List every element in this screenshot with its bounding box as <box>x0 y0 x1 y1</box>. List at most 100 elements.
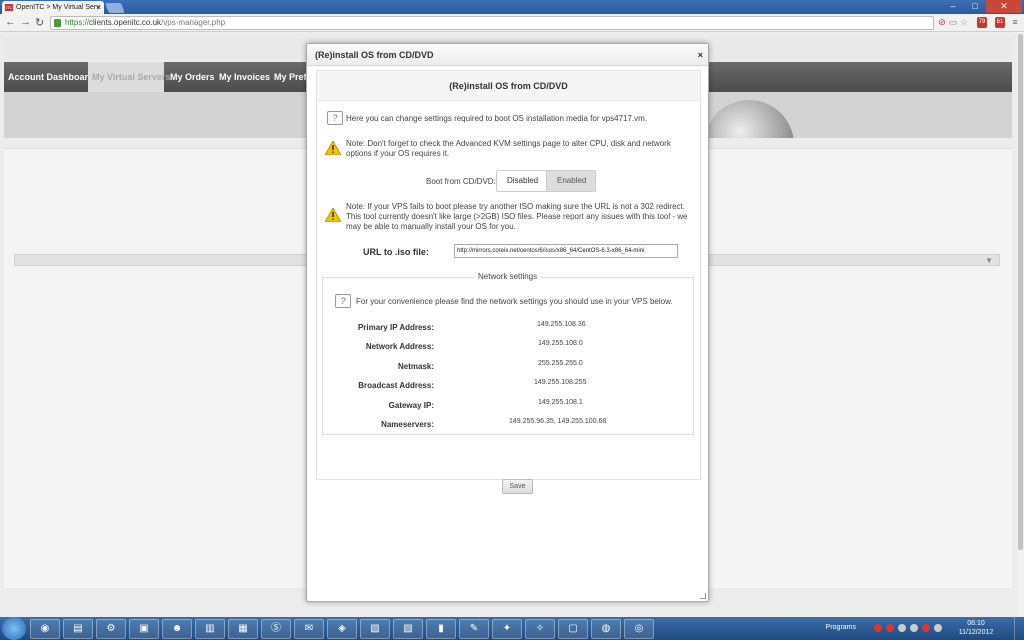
firefox-icon[interactable]: ◍ <box>591 619 621 639</box>
dialog-close-icon[interactable]: × <box>698 44 703 66</box>
broadcast-address-label: Broadcast Address: <box>358 381 434 390</box>
browser-toolbar: ← → ↻ https://clients.openitc.co.uk/vps-… <box>0 14 1024 32</box>
dialog-panel: (Re)install OS from CD/DVD ? Here you ca… <box>316 70 701 494</box>
scrollbar-thumb[interactable] <box>1018 34 1023 550</box>
skype-icon[interactable]: Ⓢ <box>261 619 291 639</box>
netmask-value: 255.255.255.0 <box>538 360 583 367</box>
tool-icon[interactable]: ✦ <box>492 619 522 639</box>
page-icon[interactable]: ▭ <box>948 17 958 28</box>
minimize-button[interactable]: – <box>942 0 964 13</box>
tab-close-icon[interactable]: × <box>96 1 101 14</box>
network-tool-icon[interactable]: ⚙ <box>96 619 126 639</box>
nav-my-virtual-servers[interactable]: My Virtual Servers <box>88 62 170 92</box>
start-button[interactable] <box>2 617 26 640</box>
network-intro: For your convenience please find the net… <box>356 297 673 306</box>
browser-tab[interactable]: ITC OpenITC > My Virtual Serv × <box>2 1 104 14</box>
clock[interactable]: 06:10 11/12/2012 <box>958 619 994 637</box>
nav-my-invoices[interactable]: My Invoices <box>219 62 270 92</box>
gateway-ip-value: 149.255.108.1 <box>538 399 583 406</box>
show-desktop-button[interactable] <box>1014 617 1024 640</box>
dialog-title: (Re)install OS from CD/DVD <box>307 44 708 66</box>
clock-date: 11/12/2012 <box>958 629 994 636</box>
wrench-icon[interactable]: ≡ <box>1010 17 1020 28</box>
warning-icon <box>325 208 341 222</box>
iso-url-input[interactable]: http://mirrors.coreix.net/centos/6/isos/… <box>454 244 678 258</box>
terminal-icon[interactable]: ▮ <box>426 619 456 639</box>
boot-option-disabled[interactable]: Disabled <box>497 171 547 191</box>
globe-image <box>704 100 794 138</box>
network-settings: Network settings ? For your convenience … <box>322 272 694 435</box>
resize-handle[interactable] <box>700 593 706 599</box>
reload-icon[interactable]: ↻ <box>35 16 44 29</box>
lock-icon <box>54 19 61 27</box>
monitor-icon[interactable]: ▢ <box>558 619 588 639</box>
stop-icon[interactable]: ⊘ <box>937 17 947 28</box>
primary-ip-label: Primary IP Address: <box>357 323 434 332</box>
window-controls: – □ ✕ <box>942 0 1022 14</box>
back-icon[interactable]: ← <box>5 16 16 28</box>
primary-ip-value: 149.255.108.36 <box>537 321 586 328</box>
url-scheme: https:// <box>65 18 90 27</box>
page-scrollbar[interactable] <box>1017 32 1024 617</box>
boot-option-enabled[interactable]: Enabled <box>547 171 595 191</box>
extension-badge-2[interactable]: 61 <box>995 17 1005 28</box>
panel-title: (Re)install OS from CD/DVD <box>317 71 700 101</box>
chrome-icon[interactable]: ◉ <box>30 619 60 639</box>
intro-text: Here you can change settings required to… <box>346 114 648 123</box>
netmask-label: Netmask: <box>397 362 434 371</box>
windows-taskbar: ◉ ▤ ⚙ ▣ ☻ ▥ ▦ Ⓢ ✉ ◈ ▧ ▨ ▮ ✎ ✦ ✧ ▢ ◍ ◎ Pr… <box>0 617 1024 640</box>
info-icon: ? <box>327 111 343 125</box>
info-icon: ? <box>335 294 351 308</box>
url-path: /vps-manager.php <box>161 18 226 27</box>
forward-icon[interactable]: → <box>20 16 31 28</box>
nameservers-label: Nameservers: <box>381 420 434 429</box>
maximize-button[interactable]: □ <box>964 0 986 13</box>
media-app-icon[interactable]: ▦ <box>228 619 258 639</box>
boot-label: Boot from CD/DVD: <box>426 177 496 186</box>
programs-label[interactable]: Programs <box>826 624 856 631</box>
tray-icon[interactable] <box>934 624 942 632</box>
browser-titlebar: ITC OpenITC > My Virtual Serv × – □ ✕ <box>0 0 1024 14</box>
tab-title: OpenITC > My Virtual Serv <box>16 4 100 11</box>
twitter-icon[interactable]: ✧ <box>525 619 555 639</box>
network-legend: Network settings <box>474 272 542 281</box>
favicon: ITC <box>5 4 13 11</box>
extension-badge-1[interactable]: 79 <box>977 17 987 28</box>
globe-app-icon[interactable]: ◎ <box>624 619 654 639</box>
save-button[interactable]: Save <box>502 479 533 494</box>
address-bar[interactable]: https://clients.openitc.co.uk/vps-manage… <box>50 16 934 30</box>
reinstall-os-dialog: (Re)install OS from CD/DVD × (Re)install… <box>306 43 709 602</box>
spreadsheet-icon[interactable]: ▧ <box>360 619 390 639</box>
network-address-label: Network Address: <box>365 342 434 351</box>
gateway-ip-label: Gateway IP: <box>388 401 434 410</box>
chevron-down-icon[interactable]: ▼ <box>985 256 993 265</box>
tray-icon[interactable] <box>910 624 918 632</box>
user-app-icon[interactable]: ☻ <box>162 619 192 639</box>
star-icon[interactable]: ☆ <box>959 17 969 28</box>
url-host: clients.openitc.co.uk <box>89 18 162 27</box>
iso-note: Note: If your VPS fails to boot please t… <box>346 202 688 231</box>
tray-icon[interactable] <box>898 624 906 632</box>
tray-icon[interactable] <box>874 624 882 632</box>
editor-icon[interactable]: ✎ <box>459 619 489 639</box>
broadcast-address-value: 149.255.108.255 <box>534 379 587 386</box>
filezilla-icon[interactable]: ▥ <box>195 619 225 639</box>
clock-time: 06:10 <box>967 620 985 627</box>
grid-app-icon[interactable]: ▨ <box>393 619 423 639</box>
kvm-note: Note: Don't forget to check the Advanced… <box>346 139 671 158</box>
boot-toggle: Disabled Enabled <box>496 170 596 192</box>
explorer-icon[interactable]: ▤ <box>63 619 93 639</box>
app-icon[interactable]: ◈ <box>327 619 357 639</box>
tray-icon[interactable] <box>922 624 930 632</box>
remote-desktop-icon[interactable]: ▣ <box>129 619 159 639</box>
outlook-icon[interactable]: ✉ <box>294 619 324 639</box>
url-label: URL to .iso file: <box>363 247 429 257</box>
window-close-button[interactable]: ✕ <box>986 0 1022 13</box>
nav-account-dashboard[interactable]: Account Dashboard <box>8 62 94 92</box>
tray-icon[interactable] <box>886 624 894 632</box>
nav-my-orders[interactable]: My Orders <box>170 62 215 92</box>
network-address-value: 149.255.108.0 <box>538 340 583 347</box>
new-tab-button[interactable] <box>105 3 125 13</box>
nameservers-value: 149.255.96.35, 149.255.100.68 <box>509 418 607 425</box>
warning-icon <box>325 141 341 155</box>
